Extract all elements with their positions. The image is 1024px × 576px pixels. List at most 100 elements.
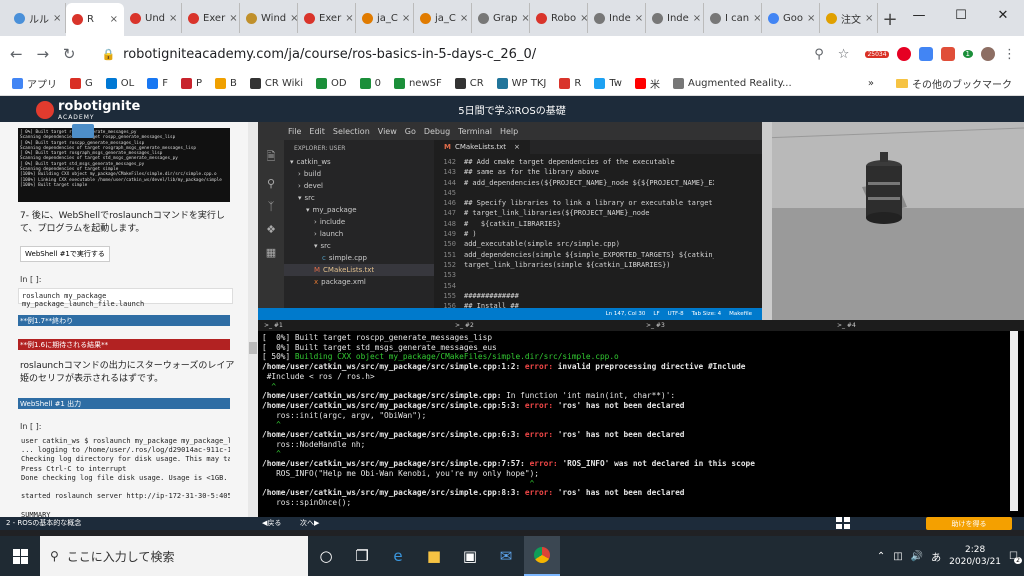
bookmark-item[interactable]: F	[147, 76, 168, 91]
menu-item[interactable]: Selection	[333, 127, 370, 136]
reload-button[interactable]: ↻	[61, 45, 77, 63]
tree-item[interactable]: ›devel	[284, 180, 434, 192]
close-window-button[interactable]: ✕	[982, 0, 1024, 30]
bookmark-item[interactable]: OD	[316, 76, 347, 91]
terminal-tab[interactable]: >_ #2	[449, 320, 640, 331]
terminal-tab[interactable]: >_ #3	[640, 320, 831, 331]
pinterest-icon[interactable]	[897, 47, 911, 61]
browser-tab[interactable]: Goo×	[762, 3, 820, 33]
task-view-icon[interactable]: ❐	[344, 536, 380, 576]
close-tab-icon[interactable]: ×	[865, 13, 873, 24]
status-item[interactable]: UTF-8	[668, 311, 684, 317]
mail-icon[interactable]: ✉	[488, 536, 524, 576]
sim-toolbar[interactable]	[762, 122, 772, 320]
volume-icon[interactable]: 🔊	[911, 551, 923, 562]
tree-item[interactable]: csimple.cpp	[284, 252, 434, 264]
browser-tab[interactable]: ja_C×	[356, 3, 414, 33]
browser-tab[interactable]: ja_C×	[414, 3, 472, 33]
extension-icon[interactable]	[941, 47, 955, 61]
editor-tab[interactable]: MCMakeLists.txt×	[434, 140, 530, 154]
tree-item[interactable]: MCMakeLists.txt	[284, 264, 434, 276]
close-tab-icon[interactable]: ×	[402, 13, 410, 24]
close-tab-icon[interactable]: ×	[110, 14, 118, 25]
taskbar-search[interactable]: ⚲ ここに入力して検索	[40, 536, 308, 576]
bookmarks-more-button[interactable]: »	[868, 78, 874, 89]
bookmark-item[interactable]: アプリ	[12, 76, 57, 91]
gazebo-simulation-view[interactable]	[762, 122, 1024, 320]
menu-item[interactable]: View	[378, 127, 397, 136]
tree-item[interactable]: ›build	[284, 168, 434, 180]
browser-tab[interactable]: Robo×	[530, 3, 588, 33]
get-help-button[interactable]: 助けを得る	[926, 517, 1012, 530]
webshell-terminal[interactable]: [ 0%] Built target roscpp_generate_messa…	[258, 331, 1024, 517]
bookmark-item[interactable]: 米	[635, 76, 660, 91]
browser-tab[interactable]: Wind×	[240, 3, 298, 33]
tree-item[interactable]: xpackage.xml	[284, 276, 434, 288]
scroll-thumb[interactable]	[249, 342, 257, 354]
close-tab-icon[interactable]: ×	[460, 13, 468, 24]
avatar[interactable]	[981, 47, 995, 61]
launch-command-cell[interactable]: roslaunch my_package my_package_launch_f…	[18, 288, 233, 304]
terminal-scrollbar[interactable]	[1010, 331, 1018, 511]
back-button[interactable]: ←	[8, 45, 24, 63]
terminal-tab[interactable]: >_ #1	[258, 320, 449, 331]
menu-item[interactable]: Help	[500, 127, 518, 136]
bookmark-item[interactable]: G	[70, 76, 93, 91]
tree-item[interactable]: ▾my_package	[284, 204, 434, 216]
bookmark-item[interactable]: CR Wiki	[250, 76, 303, 91]
left-scrollbar[interactable]	[248, 122, 258, 517]
site-logo[interactable]: robotigniteACADEMY	[36, 99, 140, 121]
browser-tab[interactable]: Inde×	[588, 3, 646, 33]
notification-center-icon[interactable]: ☐2	[1009, 551, 1018, 562]
tree-item[interactable]: ▾src	[284, 192, 434, 204]
status-item[interactable]: Tab Size: 4	[692, 311, 721, 317]
bookmark-item[interactable]: WP TKJ	[497, 76, 547, 91]
forward-button[interactable]: →	[34, 45, 50, 63]
up-arrow-icon[interactable]: ⌃	[877, 551, 885, 562]
prev-button[interactable]: ◀戻る	[262, 518, 281, 528]
browser-tab[interactable]: Und×	[124, 3, 182, 33]
bookmark-item[interactable]: newSF	[394, 76, 442, 91]
minimize-button[interactable]: —	[898, 0, 940, 30]
browser-tab[interactable]: ルル×	[8, 3, 66, 33]
extensions-icon[interactable]: ▦	[266, 246, 276, 259]
maximize-button[interactable]: ☐	[940, 0, 982, 30]
chrome-icon[interactable]	[524, 536, 560, 576]
close-tab-icon[interactable]: ×	[693, 13, 701, 24]
gmail-icon[interactable]: 25034	[865, 51, 888, 58]
bookmark-item[interactable]: Augmented Reality...	[673, 76, 792, 91]
layout-grid-icon[interactable]	[836, 517, 850, 529]
menu-item[interactable]: Debug	[424, 127, 450, 136]
chapter-label[interactable]: 2 - ROSの基本的な概念	[6, 518, 81, 528]
browser-tab[interactable]: Exer×	[182, 3, 240, 33]
browser-tab[interactable]: Exer×	[298, 3, 356, 33]
close-tab-icon[interactable]: ×	[521, 13, 529, 24]
source-control-icon[interactable]: ᛉ	[268, 200, 275, 213]
minimap[interactable]	[714, 154, 754, 308]
files-icon[interactable]: 🗎	[267, 148, 276, 167]
tree-item[interactable]: ›include	[284, 216, 434, 228]
tree-item[interactable]: ▾catkin_ws	[284, 156, 434, 168]
tree-item[interactable]: ▾src	[284, 240, 434, 252]
menu-item[interactable]: Edit	[309, 127, 325, 136]
close-tab-icon[interactable]: ×	[753, 13, 761, 24]
translate-icon[interactable]	[919, 47, 933, 61]
menu-item[interactable]: Terminal	[458, 127, 492, 136]
close-tab-icon[interactable]: ×	[53, 13, 61, 24]
debug-icon[interactable]: ❖	[266, 223, 276, 236]
status-item[interactable]: Ln 147, Col 30	[606, 311, 646, 317]
clock[interactable]: 2:28 2020/03/21	[949, 544, 1001, 568]
browser-tab[interactable]: Inde×	[646, 3, 704, 33]
close-tab-icon[interactable]: ×	[169, 13, 177, 24]
cortana-icon[interactable]: ○	[308, 536, 344, 576]
start-button[interactable]	[0, 536, 40, 576]
browser-tab[interactable]: Grap×	[472, 3, 530, 33]
bookmark-item[interactable]: Tw	[594, 76, 622, 91]
ime-indicator[interactable]: あ	[931, 549, 941, 564]
bookmark-item[interactable]: CR	[455, 76, 484, 91]
code-content[interactable]: 142## Add cmake target dependencies of t…	[434, 154, 762, 308]
close-tab-icon[interactable]: ×	[807, 13, 815, 24]
book-icon[interactable]	[72, 124, 94, 138]
bookmark-item[interactable]: 0	[360, 76, 381, 91]
other-bookmarks[interactable]: その他のブックマーク	[912, 76, 1012, 91]
